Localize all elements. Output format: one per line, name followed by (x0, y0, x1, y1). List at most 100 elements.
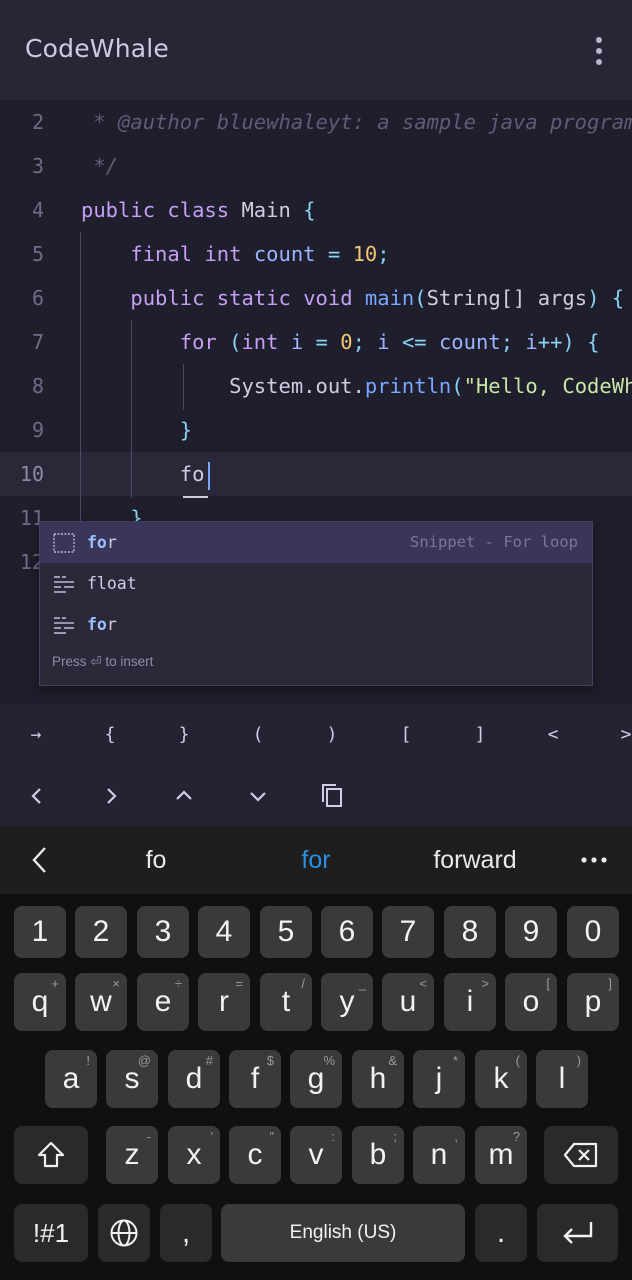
shift-icon (37, 1141, 65, 1168)
chevron-right-icon[interactable] (89, 774, 133, 818)
code-line: 9 } (0, 408, 632, 452)
backspace-key[interactable] (544, 1126, 618, 1184)
indent-guide (80, 232, 81, 522)
code-line: 4 public class Main { (0, 188, 632, 232)
suggestion-rest: float (87, 574, 137, 593)
key-l[interactable]: l) (536, 1050, 588, 1108)
key-x[interactable]: x ' (168, 1126, 220, 1184)
chevron-up-icon[interactable] (162, 774, 206, 818)
key-2[interactable]: 2 (75, 906, 127, 958)
key-z[interactable]: z- (106, 1126, 158, 1184)
symbol-key[interactable]: ( (238, 704, 278, 766)
key-9[interactable]: 9 (505, 906, 557, 958)
indent-guide (183, 364, 184, 410)
line-code: */ (81, 154, 119, 178)
symbols-key[interactable]: !#1 (14, 1204, 88, 1262)
key-k[interactable]: k( (475, 1050, 527, 1108)
shift-key[interactable] (14, 1126, 88, 1184)
suggestion-rest: r (106, 533, 117, 552)
key-r[interactable]: r = (198, 973, 250, 1031)
key-p[interactable]: p] (567, 973, 619, 1031)
more-options-icon[interactable] (584, 34, 614, 68)
symbol-key[interactable]: ) (312, 704, 352, 766)
suggestion-word[interactable]: forward (410, 826, 540, 894)
key-d[interactable]: d # (168, 1050, 220, 1108)
key-j[interactable]: j * (413, 1050, 465, 1108)
symbol-key[interactable]: < (533, 704, 573, 766)
line-number: 10 (19, 462, 44, 486)
key-e[interactable]: e ÷ (137, 973, 189, 1031)
spacebar[interactable]: English (US) (221, 1204, 465, 1262)
suggestion-item[interactable]: for Snippet - For loop (40, 522, 592, 563)
key-n[interactable]: n, (413, 1126, 465, 1184)
key-v[interactable]: v: (290, 1126, 342, 1184)
symbol-key[interactable]: > (606, 704, 632, 766)
line-number: 3 (31, 154, 44, 178)
key-m[interactable]: m? (475, 1126, 527, 1184)
key-a[interactable]: a! (45, 1050, 97, 1108)
snippet-icon (53, 533, 75, 553)
key-0[interactable]: 0 (567, 906, 619, 958)
chevron-down-icon[interactable] (236, 774, 280, 818)
key-h[interactable]: h & (352, 1050, 404, 1108)
suggestion-item[interactable]: float (40, 563, 592, 604)
keyword-icon (54, 617, 74, 634)
key-o[interactable]: o[ (505, 973, 557, 1031)
key-3[interactable]: 3 (137, 906, 189, 958)
indent-guide (131, 320, 132, 498)
key-1[interactable]: 1 (14, 906, 66, 958)
suggestion-rest: r (106, 615, 117, 634)
suggestion-match: fo (87, 615, 107, 634)
line-code: public class Main { (81, 198, 316, 222)
key-b[interactable]: b; (352, 1126, 404, 1184)
line-code: * @author bluewhaleyt: a sample java pro… (81, 110, 632, 134)
line-code: final int count = 10; (130, 242, 390, 266)
period-key[interactable]: . (475, 1204, 527, 1262)
navigation-bar (0, 766, 632, 826)
key-t[interactable]: t / (260, 973, 312, 1031)
collapse-left-icon[interactable] (18, 838, 62, 882)
key-c[interactable]: c " (229, 1126, 281, 1184)
line-code: fo (81, 462, 205, 486)
key-7[interactable]: 7 (382, 906, 434, 958)
key-5[interactable]: 5 (260, 906, 312, 958)
key-u[interactable]: u < (382, 973, 434, 1031)
soft-keyboard: fo for forward 1 2 3 4 5 6 7 8 9 0 q + w ×… (0, 826, 632, 1280)
key-6[interactable]: 6 (321, 906, 373, 958)
code-line: 7 for (int i = 0; i <= count; i++) { (0, 320, 632, 364)
line-code: public static void main(String[] args) { (130, 286, 625, 310)
enter-key[interactable] (537, 1204, 618, 1262)
language-key[interactable] (98, 1204, 150, 1262)
suggestion-word-highlighted[interactable]: for (256, 826, 376, 894)
key-8[interactable]: 8 (444, 906, 496, 958)
comma-key[interactable]: , (160, 1204, 212, 1262)
code-line: 5 final int count = 10; (0, 232, 632, 276)
key-y[interactable]: y _ (321, 973, 373, 1031)
key-w[interactable]: w × (75, 973, 127, 1031)
key-i[interactable]: i > (444, 973, 496, 1031)
globe-icon (110, 1219, 138, 1247)
code-line: 8 System.out.println("Hello, CodeWhale")… (0, 364, 632, 408)
suggestion-word[interactable]: fo (96, 826, 216, 894)
line-code: System.out.println("Hello, CodeWhale"); (81, 374, 632, 398)
more-horizontal-icon[interactable] (572, 838, 616, 882)
key-4[interactable]: 4 (198, 906, 250, 958)
symbol-key[interactable]: [ (386, 704, 426, 766)
line-number: 8 (31, 374, 44, 398)
copy-icon[interactable] (310, 774, 354, 818)
symbol-key[interactable]: ] (460, 704, 500, 766)
suggestion-item[interactable]: for (40, 604, 592, 645)
line-code: for (int i = 0; i <= count; i++) { (179, 330, 600, 354)
key-q[interactable]: q + (14, 973, 66, 1031)
chevron-left-icon[interactable] (15, 774, 59, 818)
keyboard-suggestion-bar: fo for forward (0, 826, 632, 894)
symbol-key[interactable]: → (16, 704, 56, 766)
symbol-key[interactable]: { (90, 704, 130, 766)
key-g[interactable]: g% (290, 1050, 342, 1108)
text-cursor (208, 462, 210, 490)
key-s[interactable]: s @ (106, 1050, 158, 1108)
autocomplete-popup: for Snippet - For loop float for Press ⏎… (39, 521, 593, 686)
line-number: 4 (31, 198, 44, 222)
key-f[interactable]: f $ (229, 1050, 281, 1108)
symbol-key[interactable]: } (164, 704, 204, 766)
